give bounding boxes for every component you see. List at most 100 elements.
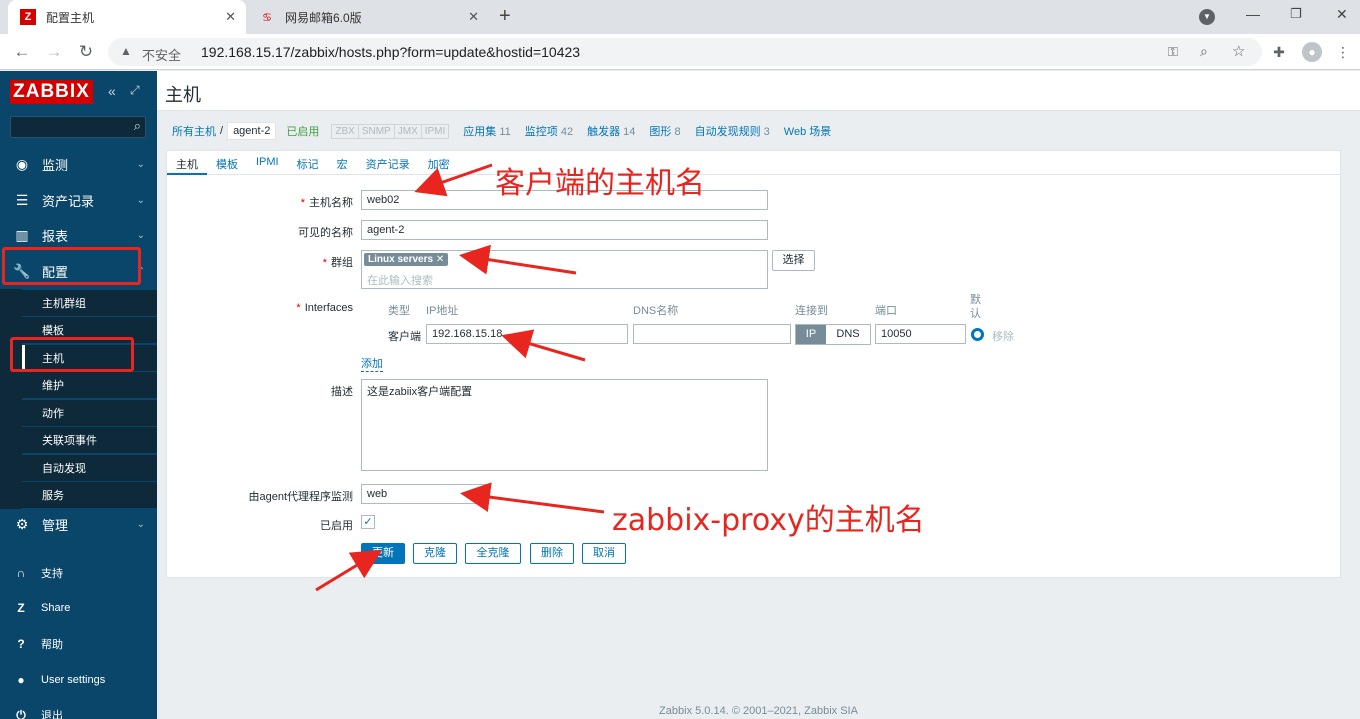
iface-dns-input[interactable]: [633, 324, 791, 344]
default-interface-radio[interactable]: [971, 328, 984, 341]
add-interface-link[interactable]: 添加: [361, 355, 383, 372]
tab-macros[interactable]: 宏: [328, 151, 357, 175]
menu-user-settings[interactable]: ● User settings: [0, 666, 157, 694]
visible-name-label: 可见的名称: [298, 227, 353, 239]
submenu-actions[interactable]: 动作: [22, 400, 157, 427]
omnibox[interactable]: ▲ 不安全 192.168.15.17/zabbix/hosts.php?for…: [108, 38, 1262, 66]
clone-button[interactable]: 克隆: [413, 543, 457, 564]
submenu-event-correlation[interactable]: 关联项事件: [22, 427, 157, 454]
enabled-checkbox[interactable]: ✓: [361, 515, 375, 529]
description-textarea[interactable]: 这是zabiix客户端配置: [361, 379, 768, 471]
kiosk-mode-icon[interactable]: ⤢: [130, 83, 140, 98]
netease-favicon-icon: ♋: [262, 11, 272, 24]
menu-share[interactable]: Z Share: [0, 594, 157, 622]
collapse-sidebar-icon[interactable]: «: [108, 83, 116, 99]
reload-icon[interactable]: ↻: [76, 42, 96, 62]
browser-tab-active[interactable]: Z 配置主机 ✕: [8, 0, 246, 34]
browser-tab[interactable]: ♋ 网易邮箱6.0版 ✕: [247, 0, 489, 34]
applications-link[interactable]: 应用集 11: [463, 123, 510, 139]
menu-label: 监测: [42, 158, 69, 173]
tab-host[interactable]: 主机: [167, 151, 207, 175]
tab-templates[interactable]: 模板: [207, 151, 247, 175]
all-hosts-link[interactable]: 所有主机: [172, 123, 216, 139]
connect-dns-option[interactable]: DNS: [826, 325, 870, 344]
tab-tags[interactable]: 标记: [288, 151, 328, 175]
gear-icon: ⚙: [15, 516, 29, 532]
chevron-down-icon: ⌄: [136, 159, 145, 170]
zoom-icon[interactable]: ⌕: [1200, 43, 1208, 60]
proxy-select[interactable]: web ▾: [361, 484, 487, 504]
tab-ipmi[interactable]: IPMI: [247, 151, 288, 175]
jmx-badge: JMX: [395, 124, 422, 138]
connect-ip-option[interactable]: IP: [796, 325, 826, 344]
iface-default-header: 默认: [970, 294, 981, 320]
warning-icon: ▲: [120, 44, 132, 58]
web-scenarios-link[interactable]: Web 场景: [784, 123, 831, 139]
cancel-button[interactable]: 取消: [582, 543, 626, 564]
menu-inventory[interactable]: ☰ 资产记录 ⌄: [0, 183, 157, 218]
menu-support[interactable]: ∩ 支持: [0, 559, 157, 587]
sidebar-search-input[interactable]: ⌕: [10, 116, 146, 138]
submenu-maintenance[interactable]: 维护: [22, 372, 157, 399]
profile-avatar-icon[interactable]: ●: [1302, 42, 1322, 62]
groups-search-placeholder[interactable]: 在此输入搜索: [367, 272, 433, 288]
key-icon[interactable]: ⚿: [1168, 44, 1178, 60]
close-tab-icon[interactable]: ✕: [225, 9, 236, 25]
tab-encryption[interactable]: 加密: [419, 151, 459, 175]
host-navigation: 所有主机 / agent-2 已启用 ZBX SNMP JMX IPMI 应用集…: [166, 120, 1341, 142]
window-close-icon[interactable]: ✕: [1336, 6, 1348, 23]
zabbix-logo[interactable]: ZABBIX: [10, 80, 93, 104]
menu-monitoring[interactable]: ◉ 监测 ⌄: [0, 147, 157, 182]
current-host-crumb[interactable]: agent-2: [227, 122, 277, 140]
menu-label: Share: [41, 602, 71, 614]
new-tab-icon[interactable]: +: [499, 5, 511, 28]
iface-port-input[interactable]: 10050: [875, 324, 966, 344]
minimize-icon[interactable]: —: [1246, 6, 1260, 22]
full-clone-button[interactable]: 全克隆: [465, 543, 521, 564]
restore-icon[interactable]: ❐: [1290, 6, 1302, 22]
items-link[interactable]: 监控项 42: [525, 123, 573, 139]
discovery-rules-link[interactable]: 自动发现规则 3: [695, 123, 770, 139]
submenu-host-groups[interactable]: 主机群组: [22, 290, 157, 317]
proxy-label: 由agent代理程序监测: [248, 491, 353, 503]
enabled-label: 已启用: [320, 520, 353, 532]
submenu-gutter: [0, 289, 22, 509]
snmp-badge: SNMP: [359, 124, 395, 138]
zabbix-share-icon: Z: [17, 601, 25, 615]
connect-to-toggle: IP DNS: [795, 324, 871, 345]
menu-label: 报表: [42, 229, 69, 244]
tab-inventory[interactable]: 资产记录: [357, 151, 419, 175]
search-icon: ⌕: [133, 118, 141, 133]
submenu-discovery[interactable]: 自动发现: [22, 455, 157, 482]
browser-menu-icon[interactable]: ⋮: [1334, 44, 1352, 61]
host-status[interactable]: 已启用: [286, 123, 319, 139]
bookmark-star-icon[interactable]: ☆: [1232, 42, 1245, 60]
select-groups-button[interactable]: 选择: [772, 250, 815, 271]
iface-ip-input[interactable]: 192.168.15.18: [426, 324, 628, 344]
update-button[interactable]: 更新: [361, 543, 405, 564]
menu-help[interactable]: ? 帮助: [0, 630, 157, 658]
graphs-link[interactable]: 图形 8: [649, 123, 680, 139]
forward-icon[interactable]: →: [44, 42, 64, 62]
iface-ip-header: IP地址: [426, 305, 459, 317]
remove-interface-link[interactable]: 移除: [992, 328, 1014, 344]
url-text[interactable]: 192.168.15.17/zabbix/hosts.php?form=upda…: [201, 44, 580, 60]
menu-sign-out[interactable]: ⏻ 退出: [0, 701, 157, 719]
back-icon[interactable]: ←: [12, 42, 32, 62]
delete-button[interactable]: 删除: [530, 543, 574, 564]
group-chip[interactable]: Linux servers ✕: [364, 253, 449, 266]
sidebar: ZABBIX « ⤢ ⌕ ◉ 监测 ⌄ ☰ 资产记录 ⌄ ▥ 报表 ⌄ 🔧 配置 ⌃ 主机群组 …: [0, 71, 157, 719]
close-tab-icon[interactable]: ✕: [468, 9, 479, 25]
submenu-services[interactable]: 服务: [22, 482, 157, 509]
extensions-icon[interactable]: ✚: [1270, 44, 1288, 61]
tab-search-icon[interactable]: ▼: [1199, 9, 1215, 25]
menu-label: 帮助: [41, 639, 63, 651]
address-bar-row: ← → ↻ ▲ 不安全 192.168.15.17/zabbix/hosts.p…: [0, 34, 1360, 70]
remove-chip-icon[interactable]: ✕: [436, 254, 444, 265]
triggers-link[interactable]: 触发器 14: [587, 123, 635, 139]
groups-multiselect[interactable]: Linux servers ✕ 在此输入搜索: [361, 250, 768, 289]
menu-administration[interactable]: ⚙ 管理 ⌄: [0, 507, 157, 542]
visible-name-input[interactable]: agent-2: [361, 220, 768, 240]
page-title: 主机: [165, 85, 201, 105]
list-icon: ☰: [15, 192, 29, 208]
